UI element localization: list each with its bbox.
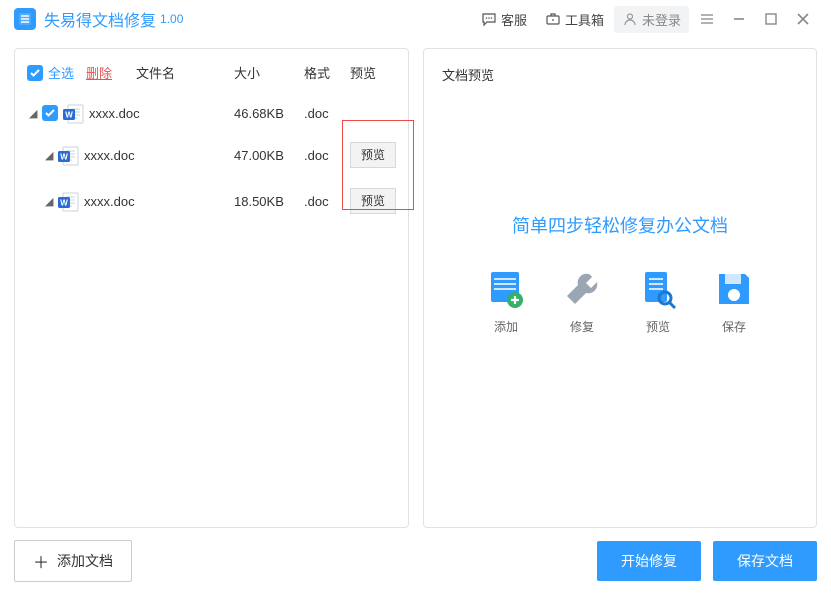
table-row[interactable]: ◢ Wxxxx.doc46.68KB.doc <box>15 94 408 132</box>
file-format: .doc <box>304 148 350 163</box>
preview-panel: 文档预览 简单四步轻松修复办公文档 添加 修复 预览 保存 <box>423 48 817 528</box>
app-version: 1.00 <box>160 12 183 26</box>
col-preview-header: 预览 <box>350 63 396 82</box>
login-label: 未登录 <box>642 10 681 29</box>
start-repair-button[interactable]: 开始修复 <box>597 541 701 581</box>
svg-text:W: W <box>60 199 68 208</box>
step-add-label: 添加 <box>494 318 518 335</box>
main-area: 全选 删除 文件名 大小 格式 预览 ◢Wxxxx.doc46.68KB.doc… <box>0 38 831 528</box>
steps-row: 添加 修复 预览 保存 <box>485 268 755 335</box>
expand-icon[interactable]: ◢ <box>45 195 53 208</box>
toolbox-button[interactable]: 工具箱 <box>537 6 612 33</box>
customer-support-button[interactable]: 客服 <box>473 6 535 33</box>
select-all-checkbox[interactable] <box>27 65 43 81</box>
file-list-header: 全选 删除 文件名 大小 格式 预览 <box>15 49 408 94</box>
minimize-button[interactable] <box>725 7 753 31</box>
table-row[interactable]: ◢ Wxxxx.doc47.00KB.doc预览 <box>15 132 408 178</box>
add-icon <box>485 268 527 310</box>
step-save: 保存 <box>713 268 755 335</box>
title-bar: 失易得文档修复 1.00 客服 工具箱 未登录 <box>0 0 831 38</box>
row-checkbox[interactable] <box>42 105 58 121</box>
table-row[interactable]: ◢ Wxxxx.doc18.50KB.doc预览 <box>15 178 408 224</box>
add-document-label: 添加文档 <box>57 551 113 571</box>
file-name: xxxx.doc <box>84 194 234 209</box>
close-icon <box>796 12 810 26</box>
doc-icon: W <box>58 146 78 164</box>
preview-button[interactable]: 预览 <box>350 142 396 168</box>
doc-icon: W <box>58 192 78 210</box>
toolbox-icon <box>545 11 561 27</box>
support-label: 客服 <box>501 10 527 29</box>
toolbox-label: 工具箱 <box>565 10 604 29</box>
maximize-button[interactable] <box>757 7 785 31</box>
file-list-panel: 全选 删除 文件名 大小 格式 预览 ◢Wxxxx.doc46.68KB.doc… <box>14 48 409 528</box>
file-name: xxxx.doc <box>84 148 234 163</box>
expand-icon[interactable]: ◢ <box>45 149 53 162</box>
svg-text:W: W <box>65 111 73 120</box>
step-preview: 预览 <box>637 268 679 335</box>
file-size: 47.00KB <box>234 148 304 163</box>
wrench-icon <box>561 268 603 310</box>
footer-bar: ＋ 添加文档 开始修复 保存文档 <box>0 528 831 594</box>
file-format: .doc <box>304 106 350 121</box>
file-name: xxxx.doc <box>89 106 234 121</box>
plus-icon: ＋ <box>33 549 49 573</box>
step-save-label: 保存 <box>722 318 746 335</box>
doc-icon: W <box>63 104 83 122</box>
expand-icon[interactable]: ◢ <box>29 107 37 120</box>
col-format-header: 格式 <box>304 63 350 82</box>
save-icon <box>713 268 755 310</box>
minimize-icon <box>732 12 746 26</box>
step-add: 添加 <box>485 268 527 335</box>
add-document-button[interactable]: ＋ 添加文档 <box>14 540 132 582</box>
col-name-header: 文件名 <box>136 63 234 82</box>
preview-big-title: 简单四步轻松修复办公文档 <box>512 212 728 238</box>
file-rows: ◢Wxxxx.doc46.68KB.doc◢Wxxxx.doc47.00KB.d… <box>15 94 408 527</box>
save-document-button[interactable]: 保存文档 <box>713 541 817 581</box>
preview-placeholder: 简单四步轻松修复办公文档 添加 修复 预览 保存 <box>424 100 816 527</box>
step-repair: 修复 <box>561 268 603 335</box>
app-title: 失易得文档修复 <box>44 7 156 31</box>
close-button[interactable] <box>789 7 817 31</box>
svg-text:W: W <box>60 153 68 162</box>
file-format: .doc <box>304 194 350 209</box>
app-logo-icon <box>14 8 36 30</box>
chat-icon <box>481 11 497 27</box>
step-preview-label: 预览 <box>646 318 670 335</box>
select-all-label: 全选 <box>48 63 74 82</box>
menu-button[interactable] <box>693 7 721 31</box>
user-icon <box>622 11 638 27</box>
search-doc-icon <box>637 268 679 310</box>
login-button[interactable]: 未登录 <box>614 6 689 33</box>
delete-link[interactable]: 删除 <box>86 63 112 82</box>
file-size: 18.50KB <box>234 194 304 209</box>
menu-icon <box>699 11 715 27</box>
maximize-icon <box>765 13 777 25</box>
file-size: 46.68KB <box>234 106 304 121</box>
preview-panel-title: 文档预览 <box>424 49 816 100</box>
col-size-header: 大小 <box>234 63 304 82</box>
preview-button[interactable]: 预览 <box>350 188 396 214</box>
step-repair-label: 修复 <box>570 318 594 335</box>
